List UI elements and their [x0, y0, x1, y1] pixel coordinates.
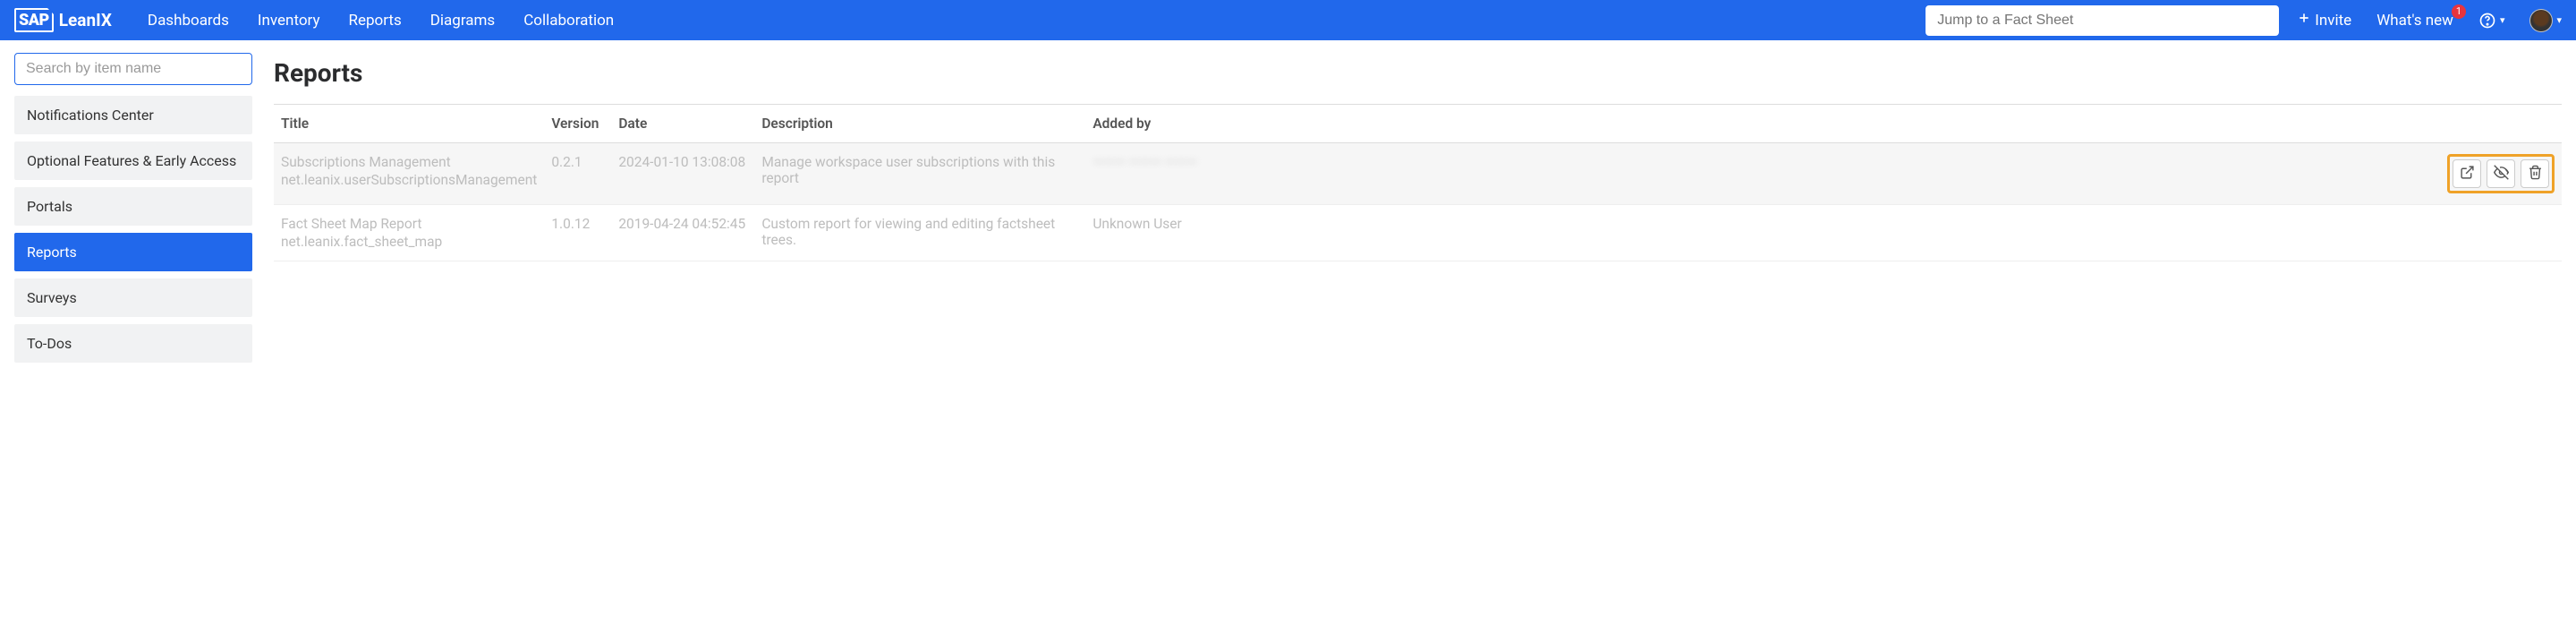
invite-button[interactable]: Invite: [2297, 11, 2351, 30]
sidebar-item-notifications-center[interactable]: Notifications Center: [14, 96, 252, 134]
nav-dashboards[interactable]: Dashboards: [148, 12, 229, 30]
th-description: Description: [754, 105, 1085, 143]
top-navbar: SAP LeanIX Dashboards Inventory Reports …: [0, 0, 2576, 40]
brand-sap-logo: SAP: [14, 8, 54, 32]
cell-version: 0.2.1: [544, 143, 611, 205]
cell-actions: [2440, 143, 2562, 205]
cell-description: Custom report for viewing and editing fa…: [754, 205, 1085, 261]
external-link-icon: [2460, 165, 2475, 184]
nav-links: Dashboards Inventory Reports Diagrams Co…: [148, 12, 614, 30]
cell-added-by: ——— ——— ———: [1085, 143, 2440, 205]
brand-app-name: LeanIX: [59, 10, 112, 30]
sidebar-item-reports[interactable]: Reports: [14, 233, 252, 271]
reports-table: Title Version Date Description Added by …: [274, 104, 2562, 261]
delete-button[interactable]: [2521, 159, 2549, 188]
row-actions-highlight: [2447, 154, 2555, 193]
hide-button[interactable]: [2487, 159, 2515, 188]
jump-to-factsheet-input[interactable]: [1926, 5, 2279, 36]
plus-icon: [2297, 11, 2311, 30]
th-added-by: Added by: [1085, 105, 2440, 143]
cell-actions: [2440, 205, 2562, 261]
sidebar-item-portals[interactable]: Portals: [14, 187, 252, 226]
main-content: Reports Title Version Date Description A…: [274, 53, 2562, 370]
nav-inventory[interactable]: Inventory: [258, 12, 320, 30]
whats-new-button[interactable]: What's new 1: [2376, 12, 2453, 30]
sidebar-item-surveys[interactable]: Surveys: [14, 278, 252, 317]
brand: SAP LeanIX: [14, 8, 112, 32]
eye-off-icon: [2494, 165, 2509, 184]
nav-diagrams[interactable]: Diagrams: [430, 12, 495, 30]
chevron-down-icon: ▾: [2500, 14, 2505, 26]
sidebar: Notifications Center Optional Features & …: [14, 53, 252, 370]
cell-date: 2024-01-10 13:08:08: [611, 143, 754, 205]
cell-date: 2019-04-24 04:52:45: [611, 205, 754, 261]
sidebar-search-input[interactable]: [14, 53, 252, 85]
table-row[interactable]: Fact Sheet Map Reportnet.leanix.fact_she…: [274, 205, 2562, 261]
table-row[interactable]: Subscriptions Managementnet.leanix.userS…: [274, 143, 2562, 205]
th-date: Date: [611, 105, 754, 143]
cell-description: Manage workspace user subscriptions with…: [754, 143, 1085, 205]
help-button[interactable]: ▾: [2478, 12, 2505, 30]
page-title: Reports: [274, 58, 2562, 88]
avatar: [2529, 9, 2553, 32]
chevron-down-icon: ▾: [2556, 14, 2562, 26]
user-menu[interactable]: ▾: [2529, 9, 2562, 32]
invite-label: Invite: [2315, 12, 2351, 30]
cell-added-by: Unknown User: [1085, 205, 2440, 261]
open-external-button[interactable]: [2453, 159, 2481, 188]
cell-title: Fact Sheet Map Reportnet.leanix.fact_she…: [274, 205, 544, 261]
sidebar-item-optional-features-early-access[interactable]: Optional Features & Early Access: [14, 141, 252, 180]
nav-collaboration[interactable]: Collaboration: [523, 12, 614, 30]
cell-title: Subscriptions Managementnet.leanix.userS…: [274, 143, 544, 205]
whats-new-label: What's new: [2376, 12, 2453, 30]
nav-reports[interactable]: Reports: [349, 12, 402, 30]
th-version: Version: [544, 105, 611, 143]
th-title: Title: [274, 105, 544, 143]
sidebar-item-to-dos[interactable]: To-Dos: [14, 324, 252, 363]
cell-version: 1.0.12: [544, 205, 611, 261]
nav-right: Invite What's new 1 ▾ ▾: [2297, 9, 2562, 32]
whats-new-badge: 1: [2452, 4, 2466, 19]
trash-icon: [2528, 165, 2543, 184]
